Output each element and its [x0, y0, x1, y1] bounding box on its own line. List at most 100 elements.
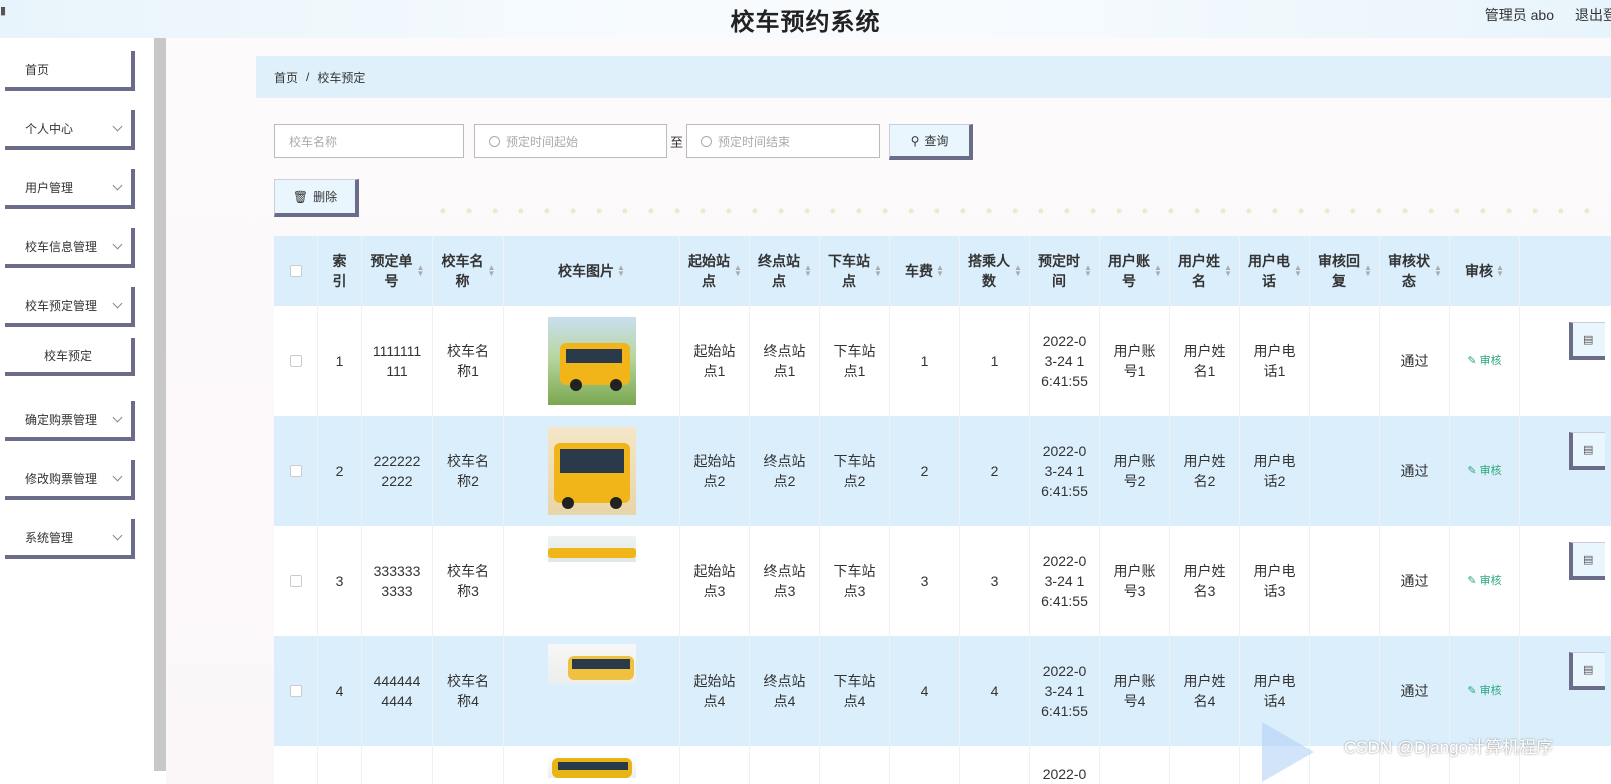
col-header[interactable]: 用户账号 ▲ ▼ [1100, 236, 1170, 306]
row-checkbox[interactable] [289, 685, 302, 697]
phone-cell: 用户电话3 [1240, 526, 1310, 636]
bus-window [571, 659, 630, 669]
sidebar-item-personal[interactable]: 个人中心 [5, 110, 135, 150]
breadcrumb-home[interactable]: 首页 [274, 69, 298, 86]
audit-link[interactable]: ✎ 审核 [1450, 306, 1520, 416]
edit-icon: ✎ [1467, 465, 1477, 477]
sort-icon[interactable]: ▲ ▼ [1154, 264, 1162, 278]
sidebar-item-system[interactable]: 系统管理 [5, 519, 135, 559]
sort-icon[interactable]: ▲ ▼ [1364, 264, 1372, 278]
col-header[interactable]: 车费 ▲ ▼ [890, 236, 960, 306]
table-row[interactable]: 3 3333333333 校车名称3 起始站点3 终点站点3 下车站点3 3 3… [274, 526, 1611, 636]
row-checkbox[interactable] [289, 355, 302, 367]
detail-button[interactable]: ▤ [1569, 542, 1605, 580]
detail-button[interactable]: ▤ [1569, 432, 1605, 470]
edit-icon: ✎ [1467, 355, 1477, 367]
sort-icon[interactable]: ▲ ▼ [1294, 264, 1302, 278]
col-header-label: 审核状态 [1388, 253, 1431, 289]
reply-cell [1310, 416, 1380, 526]
query-button[interactable]: ⚲ 查询 [889, 124, 973, 160]
actions-cell: ▤ [1520, 416, 1605, 526]
actions-cell: ▤ [1520, 526, 1605, 636]
sidebar-item-bus-booking[interactable]: 校车预定管理 [5, 287, 135, 327]
time-cell: 2022-03-24 16:41:55 [1030, 416, 1100, 526]
col-header[interactable]: 用户电话 ▲ ▼ [1240, 236, 1310, 306]
clock-icon [489, 135, 500, 147]
sort-icon[interactable]: ▲ ▼ [1014, 264, 1022, 278]
col-header-label: 索引 [332, 253, 347, 289]
input-placeholder: 预定时间结束 [718, 134, 791, 149]
audit-link[interactable]: ✎ 审核 [1450, 416, 1520, 526]
col-header[interactable]: 索引 [318, 236, 362, 306]
sort-icon[interactable]: ▲ ▼ [417, 264, 425, 278]
sidebar-subitem-label: 校车预定 [43, 348, 92, 363]
bus-name-cell: 校车名称2 [433, 416, 504, 526]
row-checkbox[interactable] [289, 575, 302, 587]
col-header[interactable]: 终点站点 ▲ ▼ [750, 236, 820, 306]
sidebar-scrollbar[interactable] [154, 38, 166, 771]
sort-icon[interactable]: ▲ ▼ [1224, 264, 1232, 278]
col-header[interactable]: 校车名称 ▲ ▼ [433, 236, 504, 306]
status-cell: 通过 [1380, 526, 1450, 636]
delete-button[interactable]: 🗑 删除 [274, 179, 359, 217]
sidebar-item-label: 校车预定管理 [25, 298, 98, 313]
row-checkbox[interactable] [289, 465, 302, 477]
reply-cell [1310, 636, 1380, 746]
col-header[interactable]: 预定时间 ▲ ▼ [1030, 236, 1100, 306]
sort-icon[interactable]: ▲ ▼ [1434, 264, 1442, 278]
col-header[interactable]: 起始站点 ▲ ▼ [680, 236, 750, 306]
row-select-cell [274, 416, 318, 526]
sort-icon[interactable]: ▲ ▼ [874, 264, 882, 278]
table-row[interactable]: 2 2222222222 校车名称2 起始站点2 终点站点2 下车站点2 2 2… [274, 416, 1611, 526]
sidebar-item-bus-info[interactable]: 校车信息管理 [5, 228, 135, 268]
col-header-label: 起始站点 [688, 253, 731, 289]
sidebar-item-users[interactable]: 用户管理 [5, 169, 135, 209]
start-station-cell [680, 746, 750, 784]
col-header[interactable]: 审核 ▲ ▼ [1450, 236, 1520, 306]
col-header[interactable]: 审核回复 ▲ ▼ [1310, 236, 1380, 306]
chevron-down-icon [112, 471, 123, 482]
table-row[interactable]: 1 1111111111 校车名称1 起始站点1 终点站点1 下车站点1 1 1… [274, 306, 1611, 416]
col-header[interactable]: 用户姓名 ▲ ▼ [1170, 236, 1240, 306]
audit-link[interactable]: ✎ 审核 [1450, 636, 1520, 746]
order-no-cell: 3333333333 [362, 526, 433, 636]
logout-link[interactable]: 退出登录 [1575, 5, 1611, 25]
detail-button[interactable]: ▤ [1569, 652, 1605, 690]
audit-link[interactable]: ✎ 审核 [1450, 526, 1520, 636]
detail-button[interactable]: ▤ [1569, 322, 1605, 360]
col-header[interactable]: 审核状态 ▲ ▼ [1380, 236, 1450, 306]
end-time-input[interactable]: 预定时间结束 [686, 124, 880, 158]
bus-image-cell [504, 416, 680, 526]
sidebar-item-modify-ticket[interactable]: 修改购票管理 [5, 460, 135, 500]
sidebar-item-home[interactable]: 首页 [5, 51, 135, 91]
col-header[interactable]: 搭乘人数 ▲ ▼ [960, 236, 1030, 306]
start-time-input[interactable]: 预定时间起始 [474, 124, 667, 158]
sidebar-item-label: 个人中心 [25, 121, 74, 136]
bus-wheel [609, 497, 622, 509]
sort-icon[interactable]: ▲ ▼ [804, 264, 812, 278]
sidebar-item-confirm-ticket[interactable]: 确定购票管理 [5, 401, 135, 441]
bus-image-cell [504, 526, 680, 636]
bus-window [557, 762, 628, 770]
bus-image-cell [504, 636, 680, 746]
bus-image [547, 754, 636, 778]
select-all-checkbox[interactable] [289, 265, 302, 277]
sort-icon[interactable]: ▲ ▼ [1496, 264, 1504, 278]
col-header[interactable]: 校车图片 ▲ ▼ [504, 236, 680, 306]
col-header[interactable]: 下车站点 ▲ ▼ [820, 236, 890, 306]
sort-icon[interactable]: ▲ ▼ [734, 264, 742, 278]
sort-icon[interactable]: ▲ ▼ [617, 264, 625, 278]
sort-icon[interactable]: ▲ ▼ [936, 264, 944, 278]
sort-icon[interactable]: ▲ ▼ [488, 264, 496, 278]
col-header-label: 校车图片 [558, 263, 615, 279]
col-header-label: 审核 [1465, 263, 1494, 279]
input-placeholder: 预定时间起始 [506, 134, 579, 149]
table-row[interactable]: 4 4444444444 校车名称4 起始站点4 终点站点4 下车站点4 4 4… [274, 636, 1611, 746]
account-cell [1100, 746, 1170, 784]
col-header[interactable]: 预定单号 ▲ ▼ [362, 236, 433, 306]
bus-name-search-input[interactable]: 校车名称 [274, 124, 464, 158]
sort-icon[interactable]: ▲ ▼ [1084, 264, 1092, 278]
bus-body [547, 548, 636, 558]
sidebar-subitem-bus-booking[interactable]: 校车预定 [5, 338, 135, 376]
audit-label: 审核 [1479, 685, 1502, 697]
